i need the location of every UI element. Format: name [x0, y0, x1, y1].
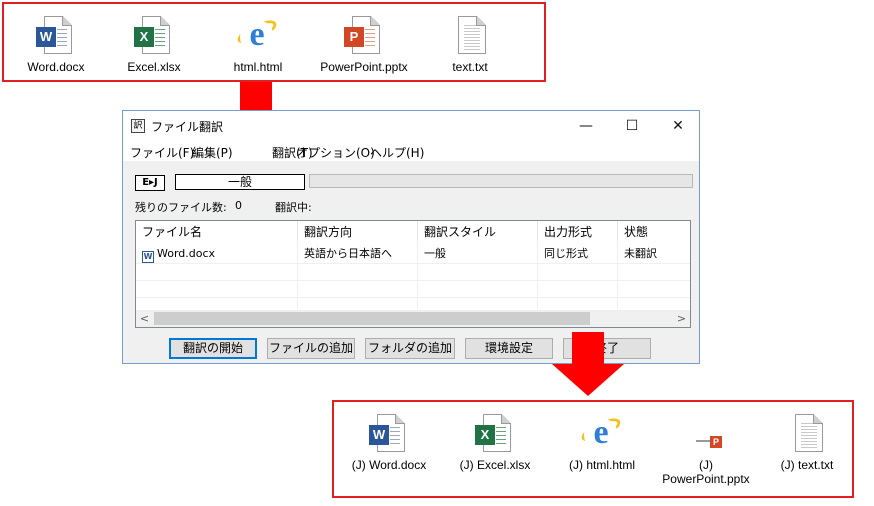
column-header-filename[interactable]: ファイル名 [136, 221, 298, 241]
remaining-count: 0 [235, 199, 242, 212]
file-j-text[interactable]: (J) text.txt [766, 412, 848, 472]
add-file-button[interactable]: ファイルの追加 [267, 338, 355, 359]
translated-files-panel: W (J) Word.docx X (J) Excel.xlsx e (J) h… [332, 400, 854, 498]
close-icon[interactable]: ✕ [655, 111, 701, 141]
file-label: (J) text.txt [780, 458, 834, 472]
powerpoint-icon: P [686, 412, 726, 458]
file-excel[interactable]: X Excel.xlsx [114, 14, 194, 74]
file-label-line1: (J) [699, 458, 713, 472]
translating-label: 翻訳中: [275, 201, 312, 214]
file-label: text.txt [452, 60, 488, 74]
file-label: (J) Word.docx [351, 458, 427, 472]
column-header-direction[interactable]: 翻訳方向 [298, 221, 418, 241]
file-j-word[interactable]: W (J) Word.docx [344, 412, 434, 472]
file-j-html[interactable]: e (J) html.html [554, 412, 650, 472]
file-label: PowerPoint.pptx [320, 60, 408, 74]
cell-style: 一般 [424, 247, 446, 260]
file-word[interactable]: W Word.docx [16, 14, 96, 74]
cell-direction: 英語から日本語へ [304, 247, 392, 260]
minimize-button[interactable]: — [563, 111, 609, 141]
file-j-excel[interactable]: X (J) Excel.xlsx [446, 412, 544, 472]
file-text[interactable]: text.txt [430, 14, 510, 74]
progress-bar [309, 174, 693, 188]
word-icon: W [142, 251, 154, 263]
column-header-style[interactable]: 翻訳スタイル [418, 221, 538, 241]
excel-icon: X [475, 425, 495, 445]
word-icon: W [369, 425, 389, 445]
column-header-status[interactable]: 状態 [618, 221, 690, 241]
file-label: (J) html.html [569, 458, 635, 472]
text-icon [450, 14, 490, 60]
html-icon: e [578, 412, 624, 458]
excel-icon: X [134, 27, 154, 47]
start-translation-button[interactable]: 翻訳の開始 [169, 338, 257, 359]
app-icon: 訳 [131, 119, 145, 133]
direction-badge[interactable]: E▸J [135, 175, 165, 191]
cell-status: 未翻訳 [624, 247, 657, 260]
powerpoint-icon: P [344, 27, 364, 47]
cell-format: 同じ形式 [544, 247, 588, 260]
html-icon: e [234, 14, 280, 60]
word-icon: W [36, 27, 56, 47]
style-indicator: 一般 [175, 174, 305, 190]
remaining-label: 残りのファイル数: [135, 201, 227, 214]
menu-edit[interactable]: 編集(P) [192, 144, 233, 161]
file-html[interactable]: e html.html [218, 14, 298, 74]
horizontal-scrollbar[interactable]: < > [136, 310, 690, 327]
file-list[interactable]: ファイル名 翻訳方向 翻訳スタイル 出力形式 状態 W Word.docx 英語か… [135, 220, 691, 328]
file-label: Word.docx [27, 60, 85, 74]
title-bar[interactable]: 訳 ファイル翻訳 — ☐ ✕ [123, 111, 699, 141]
menu-options[interactable]: オプション(O) [296, 144, 375, 161]
cell-filename: W Word.docx [136, 245, 298, 263]
scroll-thumb[interactable] [154, 312, 590, 325]
file-translation-window: 訳 ファイル翻訳 — ☐ ✕ ファイル(F) 編集(P) 翻訳(T) オプション… [122, 110, 700, 364]
scroll-left-icon[interactable]: < [136, 310, 153, 327]
window-title: ファイル翻訳 [151, 120, 224, 134]
source-files-panel: W Word.docx X Excel.xlsx e html.html P P… [2, 2, 546, 82]
filename-text: Word.docx [157, 247, 216, 260]
menu-help[interactable]: ヘルプ(H) [370, 144, 424, 161]
text-icon [787, 412, 827, 458]
settings-button[interactable]: 環境設定 [465, 338, 553, 359]
file-label: html.html [233, 60, 283, 74]
file-j-powerpoint[interactable]: P (J) PowerPoint.pptx [656, 412, 756, 486]
file-label: Excel.xlsx [127, 60, 181, 74]
add-folder-button[interactable]: フォルダの追加 [365, 338, 455, 359]
menu-file[interactable]: ファイル(F) [130, 144, 194, 161]
file-label: (J) Excel.xlsx [459, 458, 531, 472]
menu-bar: ファイル(F) 編集(P) 翻訳(T) オプション(O) ヘルプ(H) [123, 141, 699, 161]
file-powerpoint[interactable]: P PowerPoint.pptx [316, 14, 412, 74]
scroll-right-icon[interactable]: > [673, 310, 690, 327]
down-arrow-icon [552, 332, 624, 396]
column-header-format[interactable]: 出力形式 [538, 221, 618, 241]
maximize-button[interactable]: ☐ [609, 111, 655, 141]
file-label-line2: PowerPoint.pptx [662, 472, 750, 486]
